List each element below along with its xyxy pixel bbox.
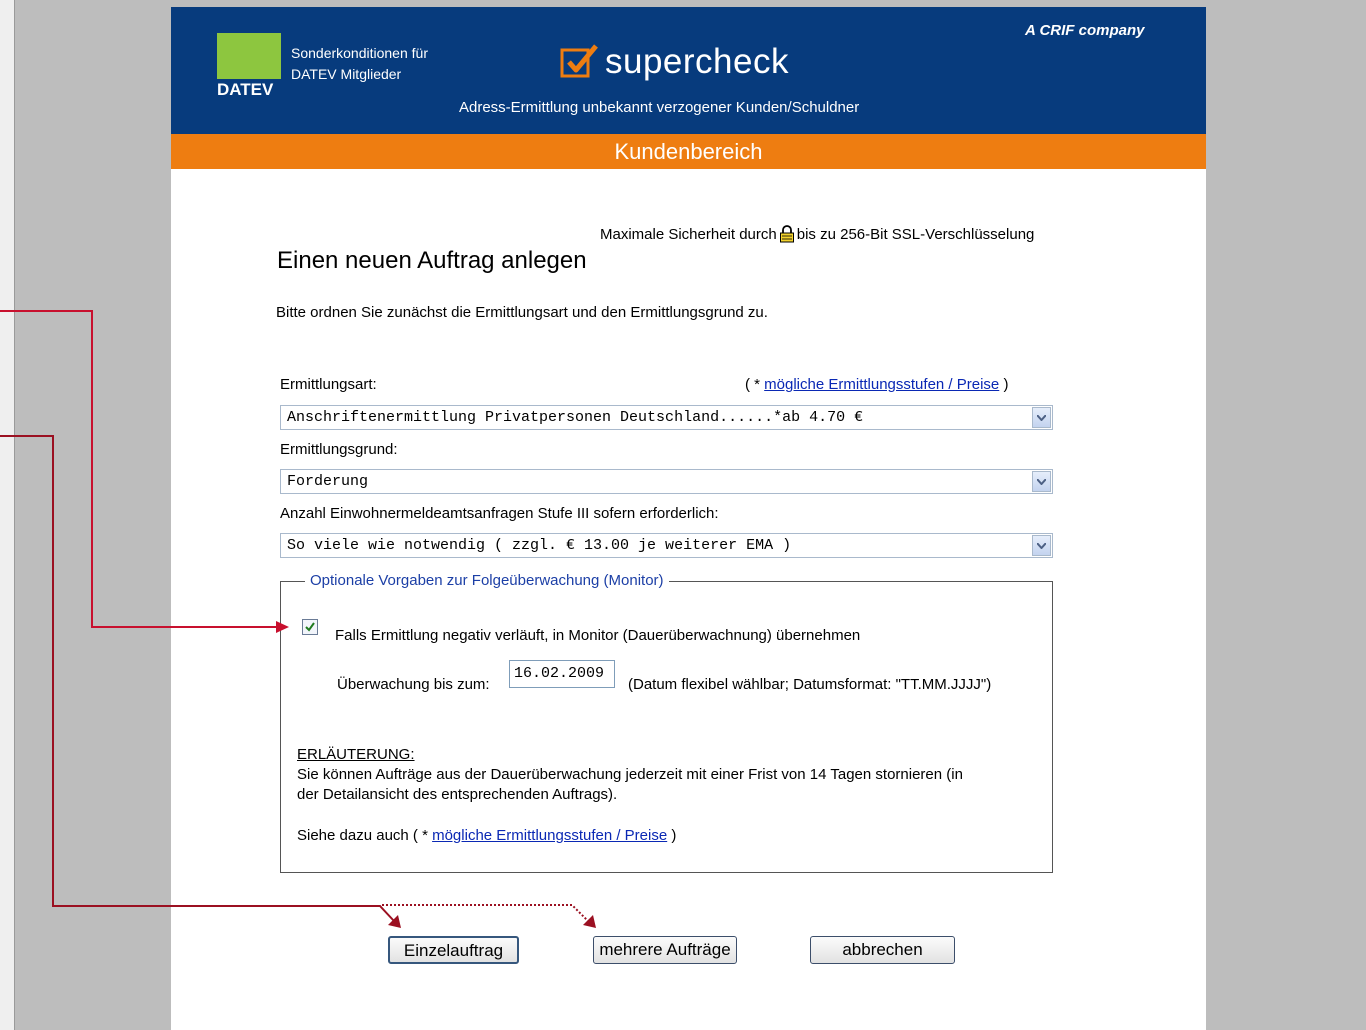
header: DATEV Sonderkonditionen für DATEV Mitgli…	[171, 7, 1206, 134]
prices-close: )	[999, 376, 1009, 393]
prices-link[interactable]: mögliche Ermittlungsstufen / Preise	[764, 376, 999, 393]
see-also-text: Siehe dazu auch ( *	[297, 827, 433, 844]
single-order-button[interactable]: Einzelauftrag	[388, 936, 519, 964]
note-title: ERLÄUTERUNG:	[297, 746, 415, 763]
anzahl-label: Anzahl Einwohnermeldeamtsanfragen Stufe …	[280, 505, 719, 522]
until-hint: (Datum flexibel wählbar; Datumsformat: "…	[628, 676, 992, 693]
cancel-button[interactable]: abbrechen	[810, 936, 955, 964]
monitor-legend: Optionale Vorgaben zur Folgeüberwachung …	[305, 572, 669, 589]
security-text-before: Maximale Sicherheit durch	[600, 225, 777, 243]
header-subtitle: Adress-Ermittlung unbekannt verzogener K…	[459, 99, 860, 116]
security-notice: Maximale Sicherheit durch bis zu 256-Bit…	[600, 225, 1034, 243]
anzahl-select[interactable]: So viele wie notwendig ( zzgl. € 13.00 j…	[280, 533, 1053, 558]
prices-open: ( *	[745, 376, 765, 393]
member-conditions-line1: Sonderkonditionen für	[291, 45, 428, 61]
ermittlungsart-select[interactable]: Anschriftenermittlung Privatpersonen Deu…	[280, 405, 1053, 430]
note-line1: Sie können Aufträge aus der Dauerüberwac…	[297, 766, 963, 783]
until-label: Überwachung bis zum:	[337, 676, 490, 693]
ermittlungsgrund-value: Forderung	[287, 473, 369, 490]
member-conditions: Sonderkonditionen für DATEV Mitglieder	[291, 43, 428, 85]
brand-name: supercheck	[605, 42, 789, 81]
page-title: Einen neuen Auftrag anlegen	[277, 247, 587, 274]
intro-text: Bitte ordnen Sie zunächst die Ermittlung…	[276, 304, 768, 321]
check-icon	[305, 622, 315, 632]
datev-logo-text: DATEV	[217, 80, 274, 99]
monitor-fieldset: Optionale Vorgaben zur Folgeüberwachung …	[280, 572, 1053, 873]
security-text-after: bis zu 256-Bit SSL-Verschlüsselung	[796, 225, 1035, 243]
window-left-margin	[0, 0, 14, 1030]
monitor-checkbox[interactable]	[302, 619, 318, 635]
note-line2: der Detailansicht des entsprechenden Auf…	[297, 786, 618, 803]
lock-icon	[779, 225, 794, 243]
chevron-down-icon[interactable]	[1032, 471, 1051, 492]
crif-company-tagline: A CRIF company	[1025, 22, 1145, 39]
datev-logo-square	[217, 33, 281, 79]
prices-hint: ( * mögliche Ermittlungsstufen / Preise …	[745, 376, 1008, 393]
monitor-checkbox-label: Falls Ermittlung negativ verläuft, in Mo…	[335, 627, 861, 644]
anzahl-value: So viele wie notwendig ( zzgl. € 13.00 j…	[287, 537, 792, 554]
supercheck-logo: supercheck	[559, 40, 789, 84]
ermittlungsgrund-label: Ermittlungsgrund:	[280, 441, 398, 458]
ermittlungsart-label: Ermittlungsart:	[280, 376, 377, 393]
checkmark-box-icon	[560, 44, 598, 78]
window-divider	[14, 0, 15, 1030]
see-also-link[interactable]: mögliche Ermittlungsstufen / Preise	[432, 827, 667, 844]
chevron-down-icon[interactable]	[1032, 535, 1051, 556]
section-bar: Kundenbereich	[171, 134, 1206, 169]
see-also-close: )	[667, 827, 677, 844]
ermittlungsart-value: Anschriftenermittlung Privatpersonen Deu…	[287, 409, 864, 426]
multiple-orders-button[interactable]: mehrere Aufträge	[593, 936, 737, 964]
ermittlungsgrund-select[interactable]: Forderung	[280, 469, 1053, 494]
chevron-down-icon[interactable]	[1032, 407, 1051, 428]
page: DATEV Sonderkonditionen für DATEV Mitgli…	[171, 7, 1206, 1030]
member-conditions-line2: DATEV Mitglieder	[291, 66, 402, 82]
until-date-input[interactable]: 16.02.2009	[509, 660, 615, 688]
see-also: Siehe dazu auch ( * mögliche Ermittlungs…	[297, 827, 676, 844]
datev-logo: DATEV	[217, 33, 281, 101]
